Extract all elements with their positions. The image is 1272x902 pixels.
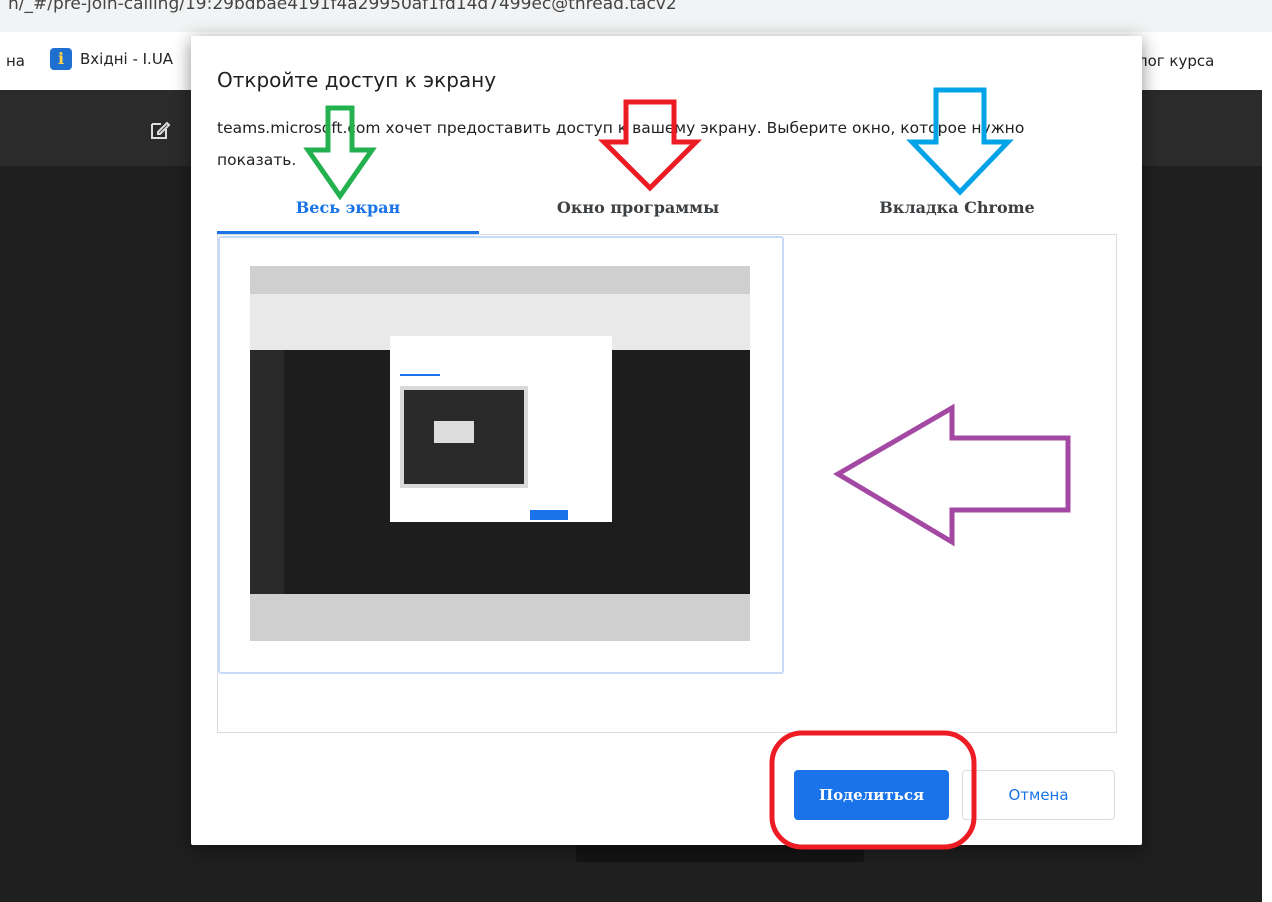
- annotation-layer: [303, 87, 1071, 850]
- share-button-highlight: [769, 730, 977, 850]
- purple-left-arrow: [833, 403, 1071, 547]
- red-down-arrow: [597, 99, 703, 192]
- blue-down-arrow: [906, 87, 1014, 196]
- green-down-arrow: [303, 105, 377, 201]
